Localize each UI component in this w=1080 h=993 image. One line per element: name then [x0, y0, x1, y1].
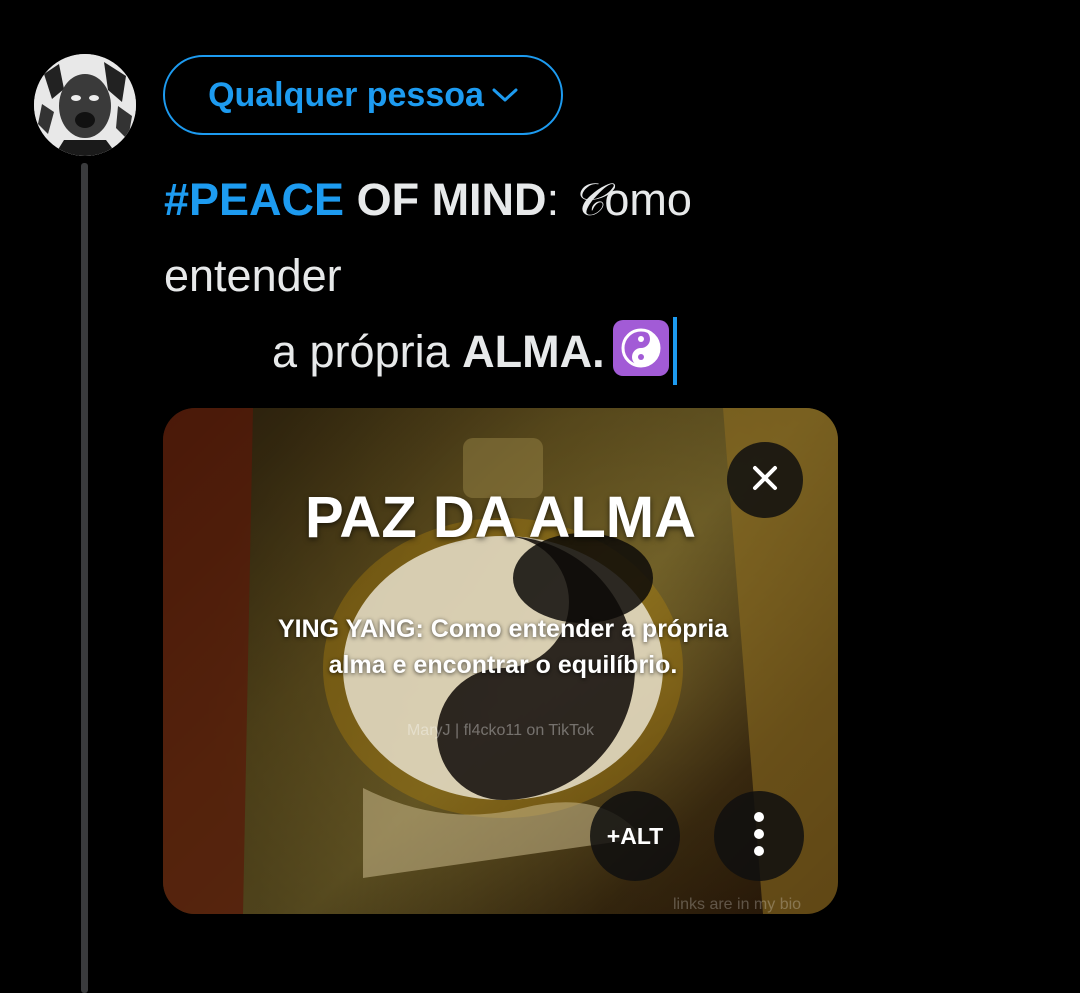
avatar[interactable] — [34, 54, 136, 156]
bold-text: OF MIND — [344, 174, 547, 225]
thread-line — [81, 163, 88, 993]
compose-line-1: #PEACE OF MIND: 𝒞omo — [164, 162, 864, 238]
colon-text: : — [546, 174, 572, 225]
bold-text: ALMA. — [462, 326, 605, 377]
more-options-button[interactable] — [714, 791, 804, 881]
image-credit: MaryJ | fl4cko11 on TikTok — [406, 722, 595, 739]
text-cursor — [672, 317, 677, 385]
chevron-down-icon — [492, 87, 518, 103]
compose-text: omo — [604, 174, 692, 225]
image-subtitle: YING YANG: Como entender a própria alma … — [277, 615, 729, 679]
remove-media-button[interactable] — [727, 442, 803, 518]
audience-selector-button[interactable]: Qualquer pessoa — [163, 55, 563, 135]
more-vertical-icon — [753, 811, 765, 862]
close-icon — [751, 464, 779, 497]
hashtag[interactable]: #PEACE — [164, 174, 344, 225]
compose-line-3: a própria ALMA. — [164, 314, 864, 390]
avatar-image — [34, 54, 136, 156]
script-letter: 𝒞 — [571, 173, 605, 226]
yin-yang-icon — [612, 320, 669, 376]
audience-label: Qualquer pessoa — [208, 75, 484, 114]
compose-text: a própria — [272, 326, 463, 377]
compose-textarea[interactable]: #PEACE OF MIND: 𝒞omo entender a própria … — [164, 162, 864, 390]
alt-label: +ALT — [606, 822, 664, 849]
compose-line-2: entender — [164, 250, 342, 301]
add-alt-text-button[interactable]: +ALT — [590, 791, 680, 881]
image-watermark: links are in my bio — [673, 896, 802, 913]
attached-image[interactable]: PAZ DA ALMA YING YANG: Como entender a p… — [163, 408, 838, 914]
